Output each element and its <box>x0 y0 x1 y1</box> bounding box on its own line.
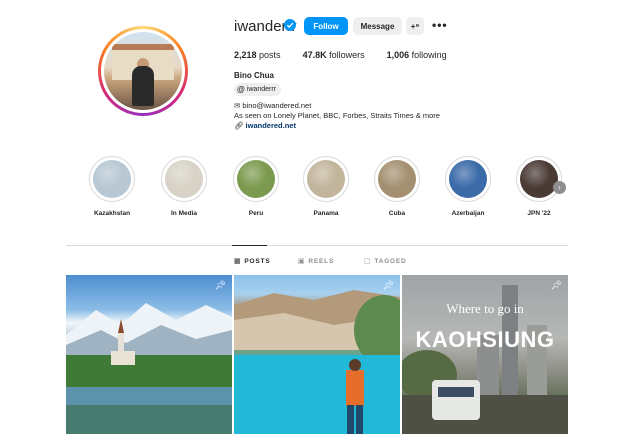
highlight-cover <box>307 160 345 198</box>
post-tile[interactable]: 📌︎ <box>66 275 232 434</box>
pinned-icon: 📌︎ <box>214 280 226 290</box>
more-options-icon[interactable]: ••• <box>432 19 448 31</box>
highlight-label: Azerbaijan <box>451 210 485 217</box>
lake-church-photo <box>66 303 232 434</box>
highlight-label: Cuba <box>388 210 406 217</box>
highlight-label: In Media <box>170 210 197 217</box>
tagged-icon: ▢ <box>364 258 372 265</box>
profile-avatar[interactable] <box>98 26 188 116</box>
follow-button[interactable]: Follow <box>304 17 348 35</box>
post-tile[interactable]: 📌︎ <box>234 275 400 434</box>
active-tab-indicator <box>232 245 267 246</box>
highlight-cover <box>93 160 131 198</box>
highlight-item[interactable]: Peru <box>226 156 286 217</box>
pinned-icon: 📌︎ <box>382 280 394 290</box>
highlight-item[interactable]: Panama <box>296 156 356 217</box>
tabs-divider <box>66 245 568 246</box>
post-overlay-city: KAOHSIUNG <box>415 327 555 352</box>
threads-icon: @ <box>237 85 245 94</box>
highlight-label: Peru <box>248 210 264 217</box>
tab-reels[interactable]: ▣ REELS <box>298 257 334 266</box>
pinned-icon: 📌︎ <box>550 280 562 290</box>
chevron-right-icon[interactable]: › <box>553 181 566 194</box>
highlight-label: Panama <box>313 210 339 217</box>
highlight-cover <box>165 160 203 198</box>
quarry-lake-photo <box>234 290 400 434</box>
avatar-photo <box>104 32 182 110</box>
reels-icon: ▣ <box>298 258 306 265</box>
highlight-cover <box>378 160 416 198</box>
add-user-icon[interactable]: +⁹ <box>406 17 424 35</box>
post-overlay-title: Where to go in <box>446 301 524 316</box>
link-icon: 🔗︎ <box>234 121 244 130</box>
highlight-item[interactable]: Kazakhstan <box>82 156 142 217</box>
highlight-cover <box>520 160 558 198</box>
post-tile[interactable]: Where to go in KAOHSIUNG 📌︎ <box>402 275 568 434</box>
highlight-cover <box>449 160 487 198</box>
highlight-item[interactable]: Cuba <box>367 156 427 217</box>
following-stat[interactable]: 1,006 following <box>387 50 447 60</box>
kaohsiung-city-photo <box>402 285 568 434</box>
verified-badge-icon <box>284 19 296 31</box>
highlight-label: Kazakhstan <box>93 210 131 217</box>
highlight-item[interactable]: In Media <box>154 156 214 217</box>
followers-stat[interactable]: 47.8K followers <box>303 50 365 60</box>
bio-email-line: ✉︎ bino@iwandered.net <box>234 101 312 110</box>
highlight-item[interactable]: Azerbaijan <box>438 156 498 217</box>
message-button[interactable]: Message <box>353 17 402 35</box>
posts-stat: 2,218 posts <box>234 50 281 60</box>
bio-media-line: As seen on Lonely Planet, BBC, Forbes, S… <box>234 111 440 120</box>
bio-link[interactable]: 🔗︎ iwandered.net <box>234 121 296 130</box>
grid-icon: ▦ <box>234 258 242 265</box>
tab-posts[interactable]: ▦ POSTS <box>234 257 270 266</box>
tab-tagged[interactable]: ▢ TAGGED <box>364 257 407 266</box>
full-name: Bino Chua <box>234 71 274 80</box>
profile-stats: 2,218 posts 47.8K followers 1,006 follow… <box>234 50 469 60</box>
threads-badge[interactable]: @ iwanderrr <box>234 83 281 96</box>
highlight-label: JPN '22 <box>527 210 551 217</box>
highlight-cover <box>237 160 275 198</box>
